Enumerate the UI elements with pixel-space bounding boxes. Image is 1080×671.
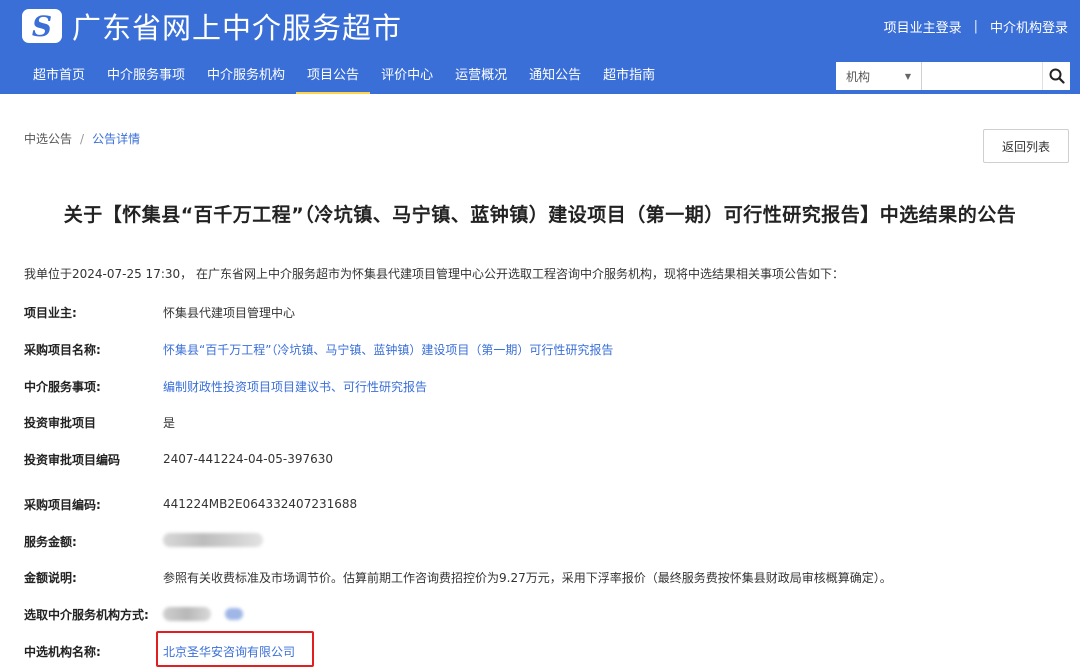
field-row-approval-code: 投资审批项目编码 2407-441224-04-05-397630 bbox=[24, 449, 333, 469]
highlight-annotation-box bbox=[156, 631, 314, 667]
nav-item-evaluation[interactable]: 评价中心 bbox=[370, 60, 444, 94]
service-matter-link[interactable]: 编制财政性投资项目项目建议书、可行性研究报告 bbox=[163, 378, 427, 395]
search-bar: 机构 ▼ bbox=[836, 62, 1070, 90]
main-nav: 超市首页 中介服务事项 中介服务机构 项目公告 评价中心 运营概况 通知公告 超… bbox=[22, 60, 666, 94]
field-label: 采购项目名称: bbox=[24, 342, 101, 357]
field-row-purchase-code: 采购项目编码: 441224MB2E064332407231688 bbox=[24, 494, 357, 514]
field-label: 服务金额: bbox=[24, 534, 77, 549]
nav-item-guide[interactable]: 超市指南 bbox=[592, 60, 666, 94]
field-label: 投资审批项目 bbox=[24, 415, 97, 430]
field-label: 选取中介服务机构方式: bbox=[24, 607, 149, 622]
nav-item-project-notices[interactable]: 项目公告 bbox=[296, 60, 371, 94]
nav-item-notices[interactable]: 通知公告 bbox=[518, 60, 592, 94]
nav-item-home[interactable]: 超市首页 bbox=[22, 60, 96, 94]
field-row-selection-method: 选取中介服务机构方式: bbox=[24, 604, 243, 624]
link-separator: | bbox=[973, 19, 978, 34]
search-icon bbox=[1049, 68, 1065, 84]
field-row-service-matter: 中介服务事项: 编制财政性投资项目项目建议书、可行性研究报告 bbox=[24, 376, 427, 396]
site-header: S 广东省网上中介服务超市 项目业主登录 | 中介机构登录 超市首页 中介服务事… bbox=[0, 0, 1080, 94]
field-value: 是 bbox=[163, 415, 176, 430]
redacted-amount bbox=[163, 532, 263, 550]
redacted-value bbox=[163, 607, 211, 622]
redacted-value bbox=[225, 608, 243, 621]
field-label: 中选机构名称: bbox=[24, 644, 101, 659]
project-name-link[interactable]: 怀集县“百千万工程”（冷坑镇、马宁镇、蓝钟镇）建设项目（第一期）可行性研究报告 bbox=[163, 341, 613, 358]
breadcrumb: 中选公告 / 公告详情 bbox=[24, 130, 140, 147]
site-logo[interactable]: S 广东省网上中介服务超市 bbox=[22, 6, 402, 46]
page-title: 关于【怀集县“百千万工程”（冷坑镇、马宁镇、蓝钟镇）建设项目（第一期）可行性研究… bbox=[63, 204, 1017, 226]
nav-item-service-agencies[interactable]: 中介服务机构 bbox=[196, 60, 296, 94]
agency-login-link[interactable]: 中介机构登录 bbox=[990, 17, 1068, 36]
owner-login-link[interactable]: 项目业主登录 bbox=[884, 17, 962, 36]
redacted-method bbox=[163, 607, 243, 622]
field-label: 项目业主: bbox=[24, 305, 77, 320]
breadcrumb-root[interactable]: 中选公告 bbox=[24, 132, 72, 146]
nav-item-operations[interactable]: 运营概况 bbox=[444, 60, 518, 94]
field-label: 投资审批项目编码 bbox=[24, 452, 121, 467]
search-input[interactable] bbox=[922, 62, 1042, 90]
nav-item-service-matters[interactable]: 中介服务事项 bbox=[96, 60, 196, 94]
breadcrumb-current: 公告详情 bbox=[92, 132, 141, 146]
field-row-amount-note: 金额说明: 参照有关收费标准及市场调节价。估算前期工作咨询费招控价为9.27万元… bbox=[24, 567, 892, 587]
field-row-investment-approval: 投资审批项目 是 bbox=[24, 412, 175, 432]
back-to-list-button[interactable]: 返回列表 bbox=[983, 129, 1069, 163]
field-row-project-name: 采购项目名称: 怀集县“百千万工程”（冷坑镇、马宁镇、蓝钟镇）建设项目（第一期）… bbox=[24, 339, 613, 359]
field-value: 怀集县代建项目管理中心 bbox=[163, 305, 296, 320]
field-value: 441224MB2E064332407231688 bbox=[163, 497, 358, 511]
field-label: 采购项目编码: bbox=[24, 497, 101, 512]
search-type-value: 机构 bbox=[846, 69, 871, 84]
caret-down-icon: ▼ bbox=[904, 71, 911, 81]
logo-icon: S bbox=[22, 9, 62, 43]
field-value: 2407-441224-04-05-397630 bbox=[163, 452, 334, 466]
search-type-select[interactable]: 机构 ▼ bbox=[836, 62, 922, 90]
breadcrumb-separator: / bbox=[80, 132, 85, 146]
field-label: 金额说明: bbox=[24, 570, 77, 585]
field-row-service-amount: 服务金额: bbox=[24, 531, 263, 551]
redacted-value bbox=[163, 532, 263, 547]
intro-text: 我单位于2024-07-25 17:30， 在广东省网上中介服务超市为怀集县代建… bbox=[24, 267, 844, 281]
field-label: 中介服务事项: bbox=[24, 379, 101, 394]
site-title: 广东省网上中介服务超市 bbox=[72, 11, 403, 45]
top-links: 项目业主登录 | 中介机构登录 bbox=[884, 17, 1068, 36]
search-button[interactable] bbox=[1042, 62, 1070, 90]
field-row-owner: 项目业主: 怀集县代建项目管理中心 bbox=[24, 302, 295, 322]
field-value: 参照有关收费标准及市场调节价。估算前期工作咨询费招控价为9.27万元，采用下浮率… bbox=[163, 570, 892, 585]
